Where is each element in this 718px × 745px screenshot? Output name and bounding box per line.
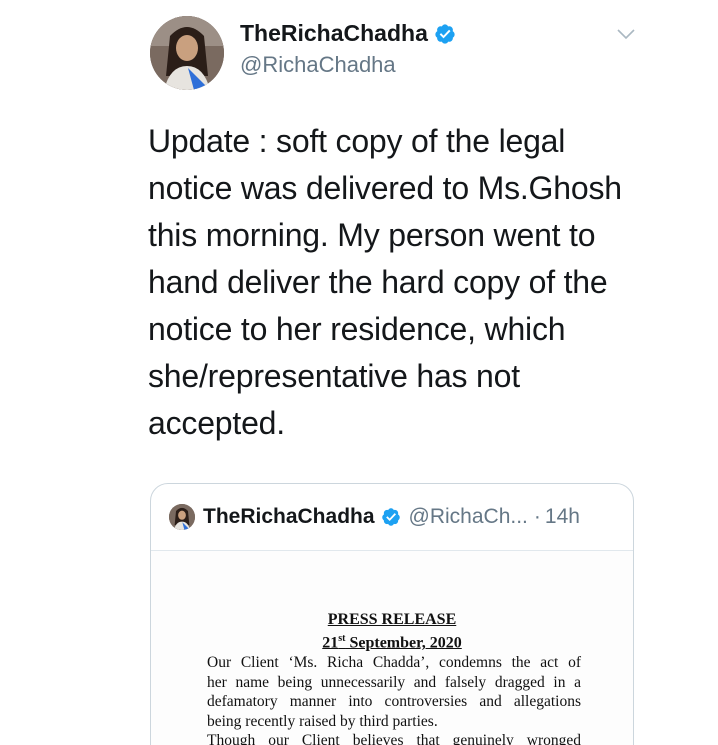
tweet-text-line: hand deliver the hard copy of the [148,264,608,300]
press-release-body: Our Client ‘Ms. Richa Chadda’, condemns … [207,653,581,745]
quoted-tweet-card[interactable]: TheRichaChadha @RichaCh... · 14h PRESS R… [150,483,634,745]
tweet-text-line: accepted. [148,405,285,441]
chevron-down-icon[interactable] [614,22,638,46]
quoted-timestamp: 14h [544,505,580,528]
verified-badge-icon [435,23,455,44]
date-day: 21 [322,634,339,652]
body-line: being recently raised by third parties. [207,712,438,730]
body-line: her name being unnecessarily and falsely… [207,673,581,691]
tweet-text-line: she/representative has not [148,358,520,394]
tweet-header: TheRichaChadha @RichaChadha [146,8,706,90]
press-release-date: 21st September, 2020 [151,633,633,652]
separator-dot: · [533,505,541,528]
tweet-text-line: notice was delivered to Ms.Ghosh [148,170,622,206]
avatar[interactable] [150,16,224,90]
tweet-text-line: Update : soft copy of the legal [148,123,566,159]
tweet-text: Update : soft copy of the legal notice w… [148,118,668,447]
body-line: Though our Client believes that genuinel… [207,732,581,745]
body-line: Our Client ‘Ms. Richa Chadda’, condemns … [207,654,581,671]
body-line: defamatory manner into controversies and… [207,693,581,710]
press-release-image[interactable]: PRESS RELEASE 21st September, 2020 Our C… [151,551,633,745]
display-name-text[interactable]: TheRichaChadha [240,20,428,47]
quoted-display-name: TheRichaChadha [203,505,375,528]
display-name[interactable]: TheRichaChadha [240,20,456,47]
tweet-text-line: this morning. My person went to [148,217,596,253]
handle[interactable]: @RichaChadha [240,52,456,78]
verified-badge-icon [381,508,400,526]
date-rest: September, 2020 [345,634,462,652]
quoted-handle: @RichaCh... [408,505,528,528]
quoted-avatar [169,504,195,530]
tweet-text-line: notice to her residence, which [148,311,566,347]
press-release-title: PRESS RELEASE [327,611,457,628]
quoted-tweet-header: TheRichaChadha @RichaCh... · 14h [169,504,580,530]
user-names: TheRichaChadha @RichaChadha [240,20,456,78]
